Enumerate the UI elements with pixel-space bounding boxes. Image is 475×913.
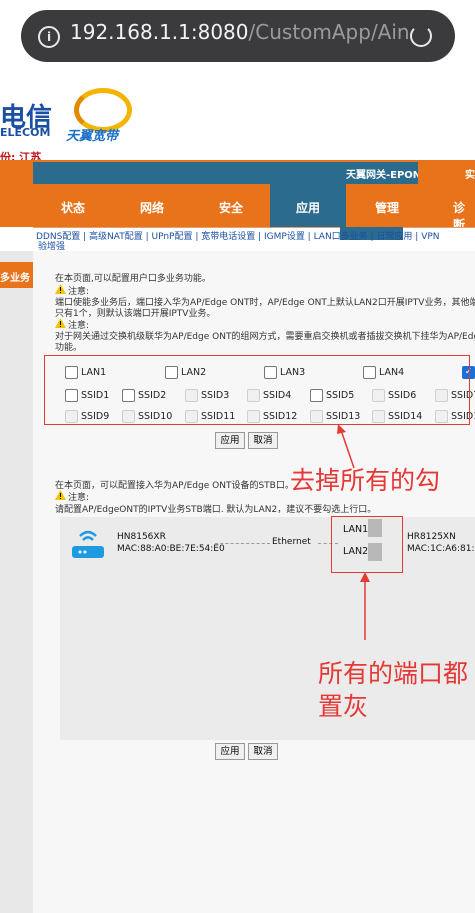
cancel-button[interactable]: 取消	[248, 432, 278, 449]
port-lan1-label: LAN1	[343, 524, 369, 535]
tianyi-logo-text: 天翼宽带	[66, 129, 119, 144]
router-icon	[72, 530, 104, 558]
apply-button-2[interactable]: 应用	[215, 743, 245, 760]
main-nav	[33, 184, 475, 227]
sub-nav-top-border	[33, 227, 475, 228]
annotation-gray-ports-line1: 所有的端口都	[318, 659, 469, 688]
device-left-name: HN8156XR	[117, 532, 166, 542]
gateway-name: 天翼网关-EPON	[346, 170, 422, 181]
section2-note-line: 请配置AP/EdgeONT的IPTV业务STB端口. 默认为LAN2，建议不要勾…	[55, 505, 377, 515]
gateway-bar-right-label: 实	[465, 170, 475, 181]
nav-left-block	[0, 162, 33, 227]
left-sidebar	[0, 251, 33, 913]
nav-tab-status[interactable]: 状态	[61, 199, 85, 216]
link-label: Ethernet	[272, 537, 311, 547]
section1-intro: 在本页面,可以配置用户口多业务功能。	[55, 274, 211, 284]
warning-icon	[55, 490, 66, 500]
annotation-highlight-box	[44, 355, 470, 425]
port-lan2-toggle[interactable]	[368, 543, 382, 561]
annotation-arrow-icon	[360, 572, 370, 640]
nav-tab-security[interactable]: 安全	[219, 199, 243, 216]
nav-tab-management[interactable]: 管理	[375, 199, 399, 216]
annotation-gray-ports-line2: 置灰	[318, 692, 369, 721]
info-icon[interactable]: i	[38, 26, 60, 48]
reload-icon[interactable]	[410, 25, 432, 47]
device-right-mac: MAC:1C:A6:81:9	[407, 544, 475, 554]
section1-note2-line2: 功能。	[55, 343, 83, 353]
device-left-mac: MAC:88:A0:BE:7E:54:E0	[117, 544, 225, 554]
brand-logo-subtext: ELECOM	[0, 126, 51, 139]
link-line-left	[215, 543, 270, 545]
warning-icon	[55, 318, 66, 328]
port-lan1-toggle[interactable]	[368, 519, 382, 537]
sub-nav-links[interactable]: DDNS配置 | 高级NAT配置 | UPnP配置 | 宽带电话设置 | IGM…	[36, 229, 440, 242]
section1-note2-line1: 对于网关通过交换机级联华为AP/Edge ONT的组网方式，需要重启交换机或者插…	[55, 332, 475, 342]
cancel-button-2[interactable]: 取消	[248, 743, 278, 760]
port-lan2-label: LAN2	[343, 546, 369, 557]
nav-tab-application[interactable]: 应用	[296, 199, 320, 216]
sidebar-item-label: 多业务	[0, 273, 30, 284]
annotation-remove-checks: 去掉所有的勾	[290, 466, 441, 495]
apply-button[interactable]: 应用	[215, 432, 245, 449]
warning-icon	[55, 284, 66, 294]
device-right-name: HR8125XN	[407, 532, 456, 542]
nav-tab-network[interactable]: 网络	[140, 199, 164, 216]
url-text[interactable]: 192.168.1.1:8080/CustomApp/Ain	[70, 20, 410, 44]
section2-intro: 在本页面，可以配置接入华为AP/Edge ONT设备的STB口。	[55, 481, 294, 491]
